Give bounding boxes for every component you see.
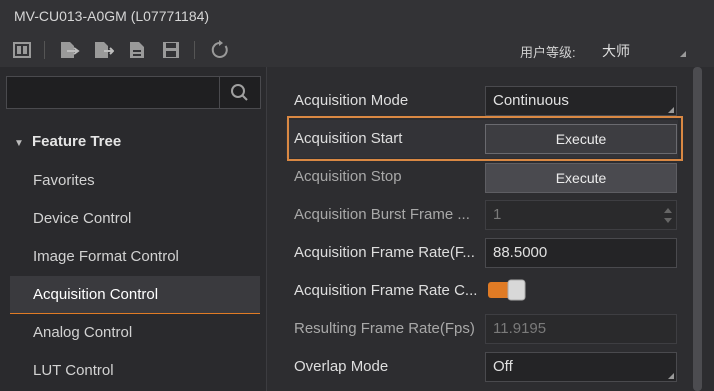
language-icon[interactable] bbox=[11, 39, 33, 61]
property-label: Acquisition Mode bbox=[294, 92, 409, 109]
property-row: Acquisition Burst Frame ... 1 bbox=[286, 196, 678, 234]
property-label: Resulting Frame Rate(Fps) bbox=[294, 320, 475, 337]
toolbar-separator bbox=[44, 41, 45, 59]
feature-tree-title: Feature Tree bbox=[32, 133, 122, 150]
refresh-icon[interactable] bbox=[209, 39, 231, 61]
sidebar-item-device-control[interactable]: Device Control bbox=[10, 200, 260, 238]
dropdown-corner-icon bbox=[668, 373, 674, 379]
resulting-frame-rate-field: 11.9195 bbox=[485, 314, 677, 344]
chevron-down-icon: ▼ bbox=[14, 138, 24, 149]
property-label: Acquisition Stop bbox=[294, 168, 402, 185]
user-level-dropdown[interactable]: 大师 bbox=[602, 41, 630, 61]
sidebar-item-image-format-control[interactable]: Image Format Control bbox=[10, 238, 260, 276]
acquisition-stop-button[interactable]: Execute bbox=[485, 163, 677, 193]
spin-down-icon bbox=[664, 218, 672, 223]
acquisition-mode-dropdown[interactable]: Continuous bbox=[485, 86, 677, 116]
sidebar-item-lut-control[interactable]: LUT Control bbox=[10, 352, 260, 390]
feature-tree-panel: ▼ Feature Tree Favorites Device Control I… bbox=[0, 67, 267, 391]
toolbar: 用户等级: 大师 bbox=[0, 33, 714, 67]
property-label: Acquisition Frame Rate C... bbox=[294, 282, 478, 299]
dropdown-corner-icon bbox=[680, 51, 686, 57]
import-icon[interactable] bbox=[58, 39, 80, 61]
export-icon[interactable] bbox=[92, 39, 114, 61]
property-value: Off bbox=[493, 358, 513, 375]
user-level-label: 用户等级: bbox=[520, 45, 576, 60]
sidebar-item-favorites[interactable]: Favorites bbox=[10, 162, 260, 200]
property-row: Acquisition Mode Continuous bbox=[286, 82, 678, 120]
property-panel: Acquisition Mode Continuous Acquisition … bbox=[268, 67, 714, 391]
acquisition-start-button[interactable]: Execute bbox=[485, 124, 677, 154]
property-label: Acquisition Burst Frame ... bbox=[294, 206, 470, 223]
sidebar-item-acquisition-control[interactable]: Acquisition Control bbox=[10, 276, 260, 314]
property-row-selected: Acquisition Start Execute bbox=[286, 120, 678, 158]
sidebar-item-analog-control[interactable]: Analog Control bbox=[10, 314, 260, 352]
property-label: Acquisition Frame Rate(F... bbox=[294, 244, 475, 261]
dropdown-corner-icon bbox=[668, 107, 674, 113]
frame-rate-input[interactable]: 88.5000 bbox=[485, 238, 677, 268]
property-row: Overlap Mode Off bbox=[286, 348, 678, 386]
search-button[interactable] bbox=[219, 77, 260, 108]
save-file-icon[interactable] bbox=[126, 39, 148, 61]
search-icon bbox=[231, 84, 248, 101]
window-title: MV-CU013-A0GM (L07771184) bbox=[0, 0, 714, 33]
property-row: Acquisition Stop Execute bbox=[286, 158, 678, 196]
search-box[interactable] bbox=[6, 76, 261, 109]
property-label: Overlap Mode bbox=[294, 358, 389, 375]
save-icon[interactable] bbox=[160, 39, 182, 61]
property-label: Acquisition Start bbox=[294, 130, 403, 147]
toolbar-separator bbox=[194, 41, 195, 59]
frame-rate-control-toggle[interactable] bbox=[487, 279, 527, 301]
spin-up-icon bbox=[664, 208, 672, 213]
burst-frame-count-spinbox: 1 bbox=[485, 200, 677, 230]
property-row: Acquisition Frame Rate(F... 88.5000 bbox=[286, 234, 678, 272]
property-row: Acquisition Frame Rate C... bbox=[286, 272, 678, 310]
feature-tree-header[interactable]: ▼ Feature Tree bbox=[14, 133, 121, 150]
property-row: Resulting Frame Rate(Fps) 11.9195 bbox=[286, 310, 678, 348]
property-value: Continuous bbox=[493, 92, 569, 109]
overlap-mode-dropdown[interactable]: Off bbox=[485, 352, 677, 382]
property-value: 1 bbox=[493, 206, 502, 223]
scrollbar[interactable] bbox=[693, 67, 702, 391]
scrollbar-thumb[interactable] bbox=[693, 67, 702, 391]
